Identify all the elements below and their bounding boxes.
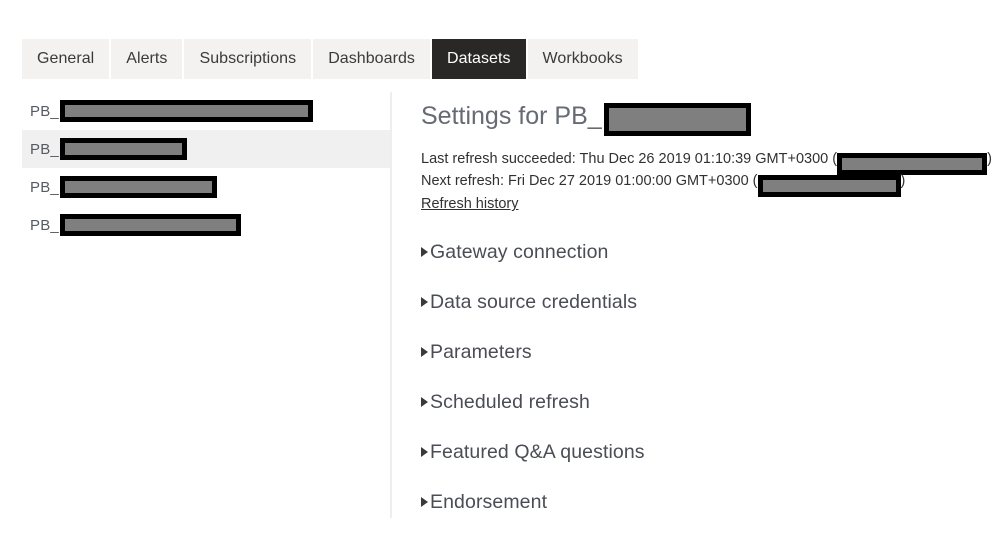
dataset-name-prefix: PB_: [30, 140, 59, 158]
tab-datasets[interactable]: Datasets: [431, 39, 526, 79]
next-refresh-status: Next refresh: Fri Dec 27 2019 01:00:00 G…: [421, 170, 991, 198]
chevron-right-icon: [421, 447, 428, 458]
page-title: Settings for PB_: [421, 98, 991, 136]
redacted-dataset-name: [59, 138, 187, 160]
last-refresh-status: Last refresh succeeded: Thu Dec 26 2019 …: [421, 148, 992, 176]
tab-general-label: General: [37, 50, 95, 67]
redacted-timezone-name: [757, 175, 901, 198]
settings-tabbar: General Alerts Subscriptions Dashboards …: [22, 39, 638, 79]
refresh-status-block: Last refresh succeeded: Thu Dec 26 2019 …: [421, 148, 992, 215]
pane-divider: [390, 92, 392, 518]
section-featured-qa-questions[interactable]: Featured Q&A questions: [421, 439, 645, 465]
tab-workbooks-label: Workbooks: [542, 50, 623, 67]
redacted-dataset-name: [59, 100, 313, 122]
chevron-right-icon: [421, 297, 428, 308]
section-label: Gateway connection: [430, 240, 609, 263]
dataset-name-prefix: PB_: [30, 216, 59, 234]
next-refresh-text: Next refresh: Fri Dec 27 2019 01:00:00 G…: [421, 173, 758, 190]
chevron-right-icon: [421, 397, 428, 408]
page-title-text: Settings for PB_: [421, 102, 602, 130]
list-item[interactable]: PB_: [0, 168, 390, 206]
redacted-dataset-name: [59, 214, 241, 236]
last-refresh-text: Last refresh succeeded: Thu Dec 26 2019 …: [421, 151, 838, 167]
settings-sections: Gateway connection Data source credentia…: [421, 239, 991, 515]
settings-pane: Settings for PB_ Last refresh succeeded:…: [421, 98, 992, 539]
tab-datasets-label: Datasets: [446, 50, 511, 67]
section-data-source-credentials[interactable]: Data source credentials: [421, 289, 637, 315]
tab-subscriptions[interactable]: Subscriptions: [184, 39, 312, 79]
chevron-right-icon: [421, 247, 428, 258]
last-refresh-suffix: ): [987, 151, 992, 167]
tab-general[interactable]: General: [22, 39, 110, 79]
tab-alerts-label: Alerts: [126, 50, 168, 67]
tab-workbooks[interactable]: Workbooks: [527, 39, 638, 79]
list-item[interactable]: PB_: [22, 130, 390, 168]
list-item[interactable]: PB_: [0, 92, 390, 130]
tab-alerts[interactable]: Alerts: [111, 39, 183, 79]
section-scheduled-refresh[interactable]: Scheduled refresh: [421, 389, 590, 415]
tab-subscriptions-label: Subscriptions: [199, 50, 297, 67]
section-label: Scheduled refresh: [430, 390, 590, 413]
list-item[interactable]: PB_: [0, 206, 390, 244]
section-endorsement[interactable]: Endorsement: [421, 489, 547, 515]
dataset-list: PB_ PB_ PB_ PB_: [0, 92, 390, 518]
section-label: Endorsement: [430, 490, 548, 513]
refresh-history-link[interactable]: Refresh history: [421, 193, 519, 215]
section-label: Featured Q&A questions: [430, 440, 645, 463]
dataset-name-prefix: PB_: [30, 178, 59, 196]
next-refresh-suffix: ): [900, 173, 906, 190]
tab-dashboards-label: Dashboards: [328, 50, 415, 67]
dataset-name-prefix: PB_: [30, 102, 59, 120]
redacted-dataset-name: [603, 102, 751, 136]
chevron-right-icon: [421, 347, 428, 358]
section-parameters[interactable]: Parameters: [421, 339, 532, 365]
section-label: Data source credentials: [430, 290, 638, 313]
tab-dashboards[interactable]: Dashboards: [313, 39, 430, 79]
section-gateway-connection[interactable]: Gateway connection: [421, 239, 609, 265]
chevron-right-icon: [421, 497, 428, 508]
section-label: Parameters: [430, 340, 532, 363]
redacted-dataset-name: [59, 176, 217, 198]
